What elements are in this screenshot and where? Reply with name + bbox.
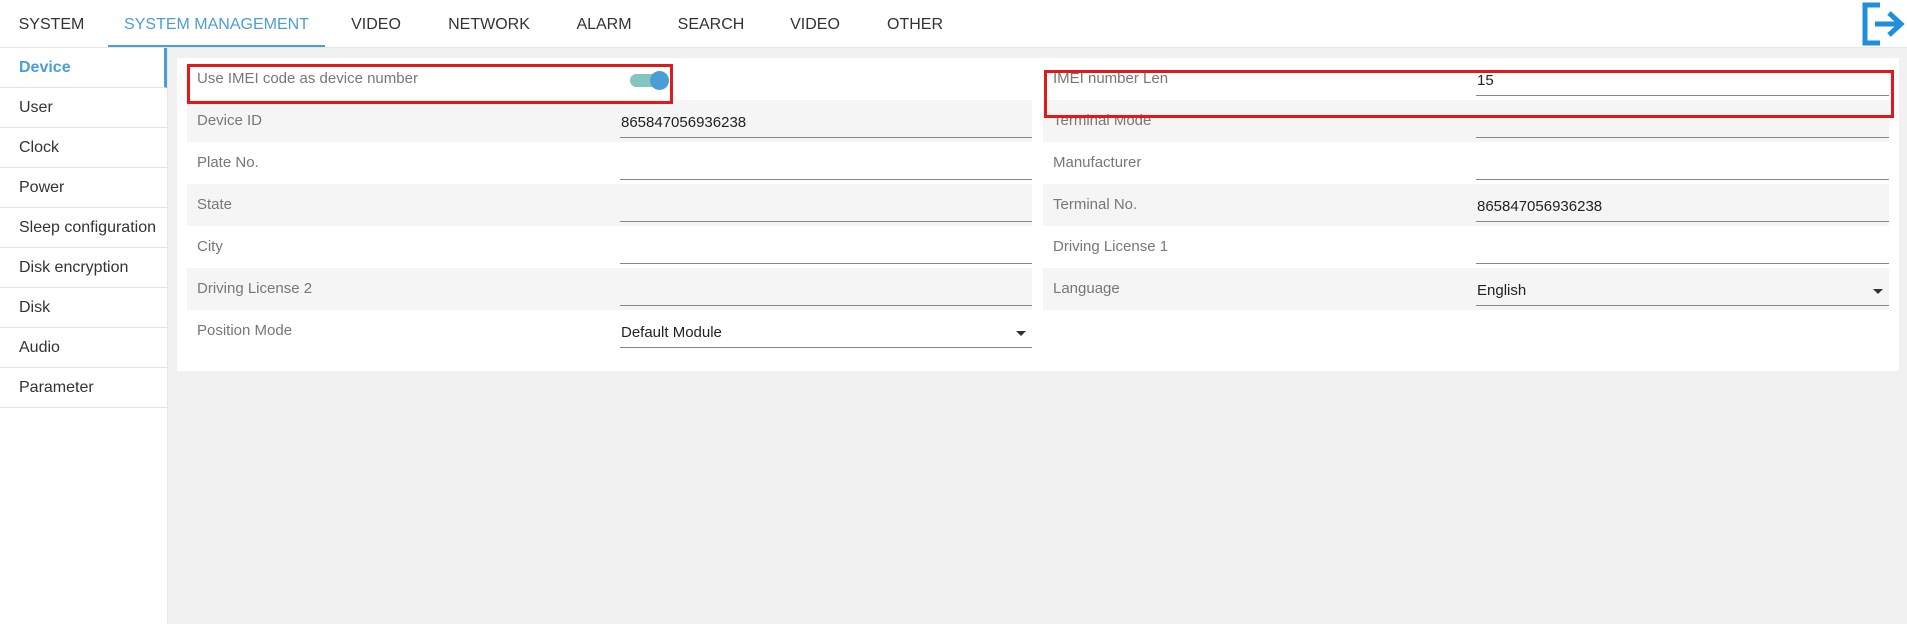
sidebar-item-power[interactable]: Power bbox=[0, 168, 167, 208]
driving-license-1-row: Driving License 1 bbox=[1043, 226, 1889, 268]
position-mode-row: Position Mode Default Module bbox=[187, 310, 1032, 352]
city-input[interactable] bbox=[620, 234, 1032, 264]
use-imei-toggle[interactable] bbox=[630, 70, 670, 90]
plate-no-label: Plate No. bbox=[197, 154, 259, 171]
tab-network[interactable]: NETWORK bbox=[437, 0, 541, 47]
manufacturer-row: Manufacturer bbox=[1043, 142, 1889, 184]
manufacturer-label: Manufacturer bbox=[1053, 154, 1142, 171]
driving-license-2-input[interactable] bbox=[620, 276, 1032, 306]
caret-down-icon bbox=[1873, 289, 1883, 294]
terminal-no-label: Terminal No. bbox=[1053, 196, 1138, 213]
imei-len-label: IMEI number Len bbox=[1053, 70, 1169, 87]
position-mode-select[interactable]: Default Module bbox=[620, 318, 1032, 348]
language-select[interactable]: English bbox=[1476, 276, 1889, 306]
use-imei-row: Use IMEI code as device number bbox=[187, 58, 1032, 100]
language-label: Language bbox=[1053, 280, 1120, 297]
sidebar-item-parameter[interactable]: Parameter bbox=[0, 368, 167, 408]
city-label: City bbox=[197, 238, 223, 255]
terminal-no-row: Terminal No. 865847056936238 bbox=[1043, 184, 1889, 226]
device-settings-panel: Use IMEI code as device number IMEI numb… bbox=[177, 58, 1899, 371]
city-row: City bbox=[187, 226, 1032, 268]
imei-len-row: IMEI number Len 15 bbox=[1043, 58, 1889, 100]
driving-license-2-row: Driving License 2 bbox=[187, 268, 1032, 310]
sidebar-item-user[interactable]: User bbox=[0, 88, 167, 128]
terminal-mode-label: Terminal Mode bbox=[1053, 112, 1152, 129]
driving-license-1-label: Driving License 1 bbox=[1053, 238, 1169, 255]
sidebar-item-sleep-configuration[interactable]: Sleep configuration bbox=[0, 208, 167, 248]
driving-license-1-input[interactable] bbox=[1476, 234, 1889, 264]
terminal-mode-row: Terminal Mode bbox=[1043, 100, 1889, 142]
tab-system[interactable]: SYSTEM bbox=[0, 0, 103, 47]
toggle-knob bbox=[650, 71, 669, 90]
imei-len-input[interactable]: 15 bbox=[1476, 66, 1889, 96]
state-label: State bbox=[197, 196, 233, 213]
plate-no-row: Plate No. bbox=[187, 142, 1032, 184]
language-row: Language English bbox=[1043, 268, 1889, 310]
tab-video-2[interactable]: VIDEO bbox=[775, 0, 855, 47]
sidebar-item-disk-encryption[interactable]: Disk encryption bbox=[0, 248, 167, 288]
top-nav: SYSTEM SYSTEM MANAGEMENT VIDEO NETWORK A… bbox=[0, 0, 1907, 48]
sidebar-item-audio[interactable]: Audio bbox=[0, 328, 167, 368]
position-mode-select-value: Default Module bbox=[621, 324, 722, 341]
language-select-value: English bbox=[1477, 282, 1527, 299]
sidebar-item-disk[interactable]: Disk bbox=[0, 288, 167, 328]
tab-alarm[interactable]: ALARM bbox=[561, 0, 647, 47]
device-id-row: Device ID 865847056936238 bbox=[187, 100, 1032, 142]
tab-search[interactable]: SEARCH bbox=[667, 0, 755, 47]
logout-icon[interactable] bbox=[1862, 1, 1906, 47]
sidebar-item-clock[interactable]: Clock bbox=[0, 128, 167, 168]
manufacturer-input[interactable] bbox=[1476, 150, 1889, 180]
plate-no-input[interactable] bbox=[620, 150, 1032, 180]
tab-video[interactable]: VIDEO bbox=[335, 0, 417, 47]
device-id-input[interactable]: 865847056936238 bbox=[620, 108, 1032, 138]
device-id-label: Device ID bbox=[197, 112, 263, 129]
state-row: State bbox=[187, 184, 1032, 226]
caret-down-icon bbox=[1016, 331, 1026, 336]
tab-other[interactable]: OTHER bbox=[875, 0, 955, 47]
position-mode-label: Position Mode bbox=[197, 322, 293, 339]
tab-system-management[interactable]: SYSTEM MANAGEMENT bbox=[108, 0, 325, 47]
sidebar: Device User Clock Power Sleep configurat… bbox=[0, 48, 168, 624]
state-input[interactable] bbox=[620, 192, 1032, 222]
use-imei-label: Use IMEI code as device number bbox=[197, 70, 418, 87]
sidebar-item-device[interactable]: Device bbox=[0, 48, 167, 88]
terminal-mode-input[interactable] bbox=[1476, 108, 1889, 138]
driving-license-2-label: Driving License 2 bbox=[197, 280, 313, 297]
terminal-no-input[interactable]: 865847056936238 bbox=[1476, 192, 1889, 222]
